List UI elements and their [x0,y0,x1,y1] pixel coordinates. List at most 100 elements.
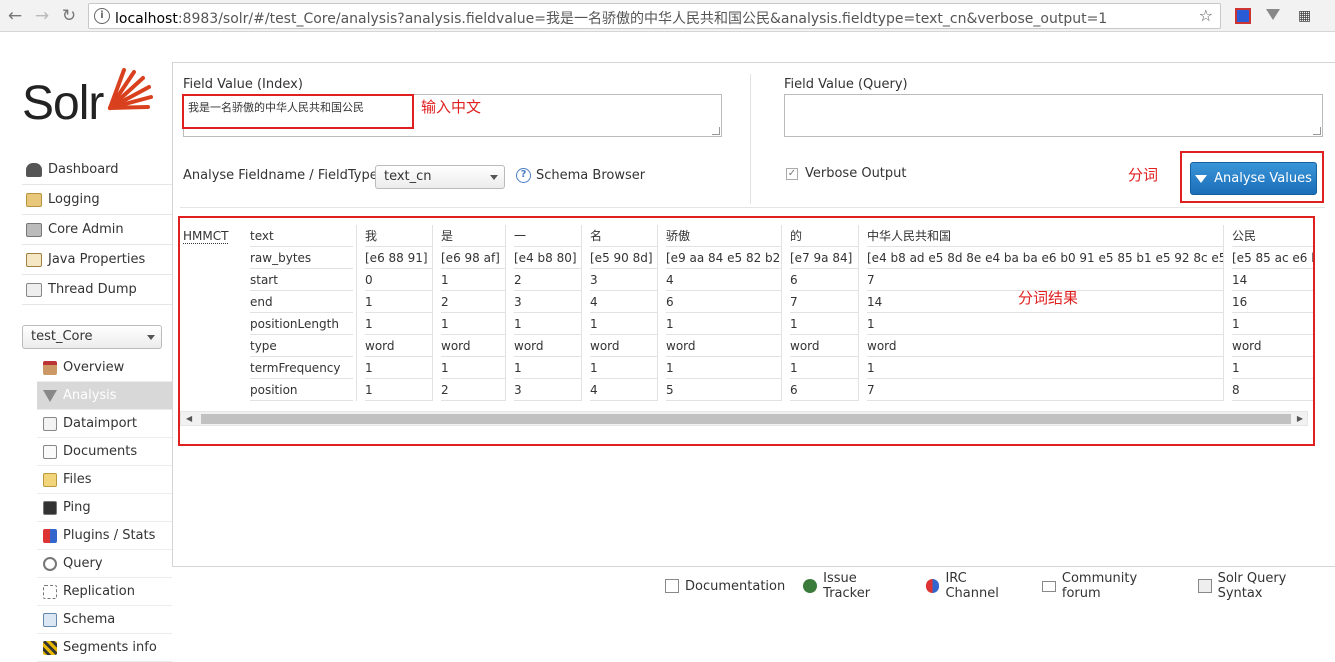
footer-query-syntax-link[interactable]: Solr Query Syntax [1197,571,1335,601]
footer-irc-link[interactable]: IRC Channel [925,571,1024,601]
info-icon[interactable]: i [94,8,110,24]
documentation-icon [665,579,679,593]
back-icon[interactable]: ← [4,5,26,27]
core-item-label: Segments info [63,640,157,655]
sidebar-item-label: Dashboard [48,162,119,177]
core-item-query[interactable]: Query [37,550,172,578]
result-annotation: 分词结果 [1018,289,1079,307]
core-item-label: Files [63,472,92,487]
section-divider [180,207,1325,208]
segments-icon [43,640,57,655]
menu-icon[interactable]: ▦ [1298,8,1314,24]
input-highlight-box [182,94,414,129]
logo-text: Solr [22,77,104,130]
core-item-ping[interactable]: Ping [37,494,172,522]
address-bar[interactable]: i localhost:8983/solr/#/test_Core/analys… [88,3,1221,29]
tokenize-annotation: 分词 [1128,166,1159,184]
core-admin-icon [26,222,42,237]
fieldtype-label: Analyse Fieldname / FieldType: [183,168,383,183]
url-path: :8983/solr/#/test_Core/analysis?analysis… [177,11,1108,27]
core-item-schema[interactable]: Schema [37,606,172,634]
query-field-label: Field Value (Query) [784,77,908,92]
extension-icon[interactable] [1235,8,1251,24]
chevron-down-icon [490,175,498,180]
forward-icon[interactable]: → [31,5,53,27]
sidebar-item-logging[interactable]: Logging [22,185,172,215]
core-item-replication[interactable]: Replication [37,578,172,606]
core-item-label: Analysis [63,388,117,403]
core-item-label: Dataimport [63,416,137,431]
footer-link-label: Issue Tracker [823,571,871,601]
mail-icon [1041,580,1056,592]
sidebar-item-thread-dump[interactable]: Thread Dump [22,275,172,305]
core-selector[interactable]: test_Core [22,325,162,349]
plugins-icon [43,528,57,543]
footer-links: Documentation Issue Tracker IRC Channel … [665,571,1335,601]
sidebar-item-dashboard[interactable]: Dashboard [22,155,172,185]
query-syntax-icon [1197,579,1212,593]
vue-devtools-icon[interactable] [1266,9,1280,20]
dataimport-icon [43,416,57,431]
footer-documentation-link[interactable]: Documentation [665,571,785,601]
core-item-label: Plugins / Stats [63,528,156,543]
resize-grip-icon[interactable] [712,127,720,135]
core-item-plugins[interactable]: Plugins / Stats [37,522,172,550]
core-item-label: Overview [63,360,125,375]
verbose-label: Verbose Output [805,166,907,181]
footer-link-label: IRC Channel [945,571,999,601]
dashboard-icon [26,162,42,177]
sidebar-item-java-properties[interactable]: Java Properties [22,245,172,275]
sidebar-item-label: Thread Dump [48,282,137,297]
core-item-documents[interactable]: Documents [37,438,172,466]
replication-icon [43,584,57,599]
core-item-label: Documents [63,444,138,459]
help-icon[interactable]: ? [516,168,531,183]
query-icon [43,556,57,571]
result-highlight-box [178,216,1315,446]
url-text[interactable]: localhost:8983/solr/#/test_Core/analysis… [115,8,1107,28]
fieldtype-select[interactable]: text_cn [375,165,505,189]
core-item-label: Ping [63,500,91,515]
files-icon [43,472,57,487]
core-item-label: Replication [63,584,135,599]
verbose-checkbox[interactable]: ✓ [786,168,798,180]
footer-link-label: Documentation [685,578,786,594]
java-icon [26,252,42,267]
sidebar-item-label: Java Properties [48,252,146,267]
input-annotation: 输入中文 [421,98,482,116]
footer-community-link[interactable]: Community forum [1041,571,1180,601]
core-item-files[interactable]: Files [37,466,172,494]
footer-issue-tracker-link[interactable]: Issue Tracker [803,571,907,601]
chevron-down-icon [147,335,155,340]
core-menu: Overview Analysis Dataimport Documents F… [37,354,172,662]
sidebar-menu: Dashboard Logging Core Admin Java Proper… [22,155,172,305]
resize-grip-icon[interactable] [1313,127,1321,135]
url-host: localhost [115,11,178,27]
reload-icon[interactable]: ↻ [58,5,80,27]
core-item-analysis[interactable]: Analysis [37,382,172,410]
core-item-dataimport[interactable]: Dataimport [37,410,172,438]
home-icon [43,360,57,375]
sidebar-item-label: Core Admin [48,222,124,237]
analyse-button-label: Analyse Values [1214,171,1312,186]
core-item-label: Schema [63,612,116,627]
footer-link-label: Solr Query Syntax [1217,571,1287,601]
core-item-label: Query [63,556,103,571]
thread-dump-icon [26,282,42,297]
analyse-values-button[interactable]: Analyse Values [1190,162,1317,195]
core-item-overview[interactable]: Overview [37,354,172,382]
bug-icon [803,579,818,593]
solr-sun-icon [108,68,153,110]
fieldtype-value: text_cn [384,169,432,184]
index-field-label: Field Value (Index) [183,77,303,92]
bookmark-star-icon[interactable]: ☆ [1199,6,1213,25]
query-value-textarea[interactable] [784,94,1323,137]
schema-browser-link[interactable]: Schema Browser [536,168,645,183]
core-item-segments[interactable]: Segments info [37,634,172,662]
browser-toolbar: ← → ↻ i localhost:8983/solr/#/test_Core/… [0,0,1335,32]
core-selector-value: test_Core [31,329,93,344]
filter-icon [43,389,57,402]
sidebar-item-core-admin[interactable]: Core Admin [22,215,172,245]
logging-icon [26,192,42,207]
sidebar-item-label: Logging [48,192,100,207]
